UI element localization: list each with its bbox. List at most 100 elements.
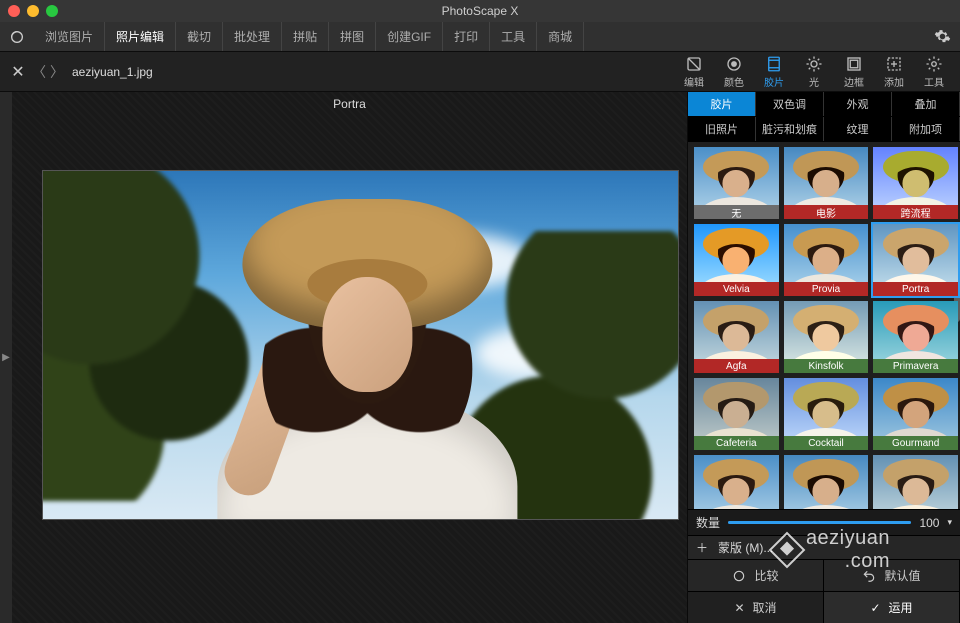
amount-value: 100 [919,516,939,530]
tool-film[interactable]: 胶片 [754,55,794,89]
preset-label: Provia [784,282,869,296]
left-drawer-handle[interactable]: ▶ [0,92,12,623]
preset-thumb[interactable]: 电影 [784,147,869,219]
close-document-icon[interactable]: ✕ [6,62,30,82]
main-tab[interactable]: 打印 [443,22,490,51]
tool-frame[interactable]: 边框 [834,55,874,89]
tool-label: 光 [809,74,819,89]
preset-grid: 无电影跨流程 Velvia Provia Portra Agfa Kinsfolk Prim… [688,142,960,509]
preset-thumb[interactable] [873,455,958,509]
main-tab[interactable]: 拼图 [329,22,376,51]
next-icon[interactable]: 〉 [48,62,66,82]
preset-thumb[interactable]: Cocktail [784,378,869,450]
preset-label: Primavera [873,359,958,373]
preset-thumb[interactable]: Primavera [873,301,958,373]
panel-tab[interactable]: 双色调 [756,92,824,116]
tool-color[interactable]: 颜色 [714,55,754,89]
preset-thumb[interactable]: Gourmand [873,378,958,450]
tool-label: 编辑 [684,74,704,89]
preset-label: 电影 [784,205,869,219]
main-tab[interactable]: 照片编辑 [105,22,176,51]
amount-row: 数量 100 ▾ [688,509,960,535]
app-title: PhotoScape X [0,4,960,18]
preset-label: Agfa [694,359,779,373]
tool-label: 胶片 [764,74,784,89]
amount-chevron-icon[interactable]: ▾ [947,517,952,528]
compare-reset-row: 比较 默认值 [688,559,960,591]
preset-label: 跨流程 [873,205,958,219]
apply-button[interactable]: ✓ 运用 [824,592,960,623]
light-icon [805,55,823,73]
add-mask-icon[interactable]: ＋ [696,539,708,556]
main-tab[interactable]: 创建GIF [376,22,443,51]
cancel-apply-row: ✕ 取消 ✓ 运用 [688,591,960,623]
preset-label: Cafeteria [694,436,779,450]
tool-label: 颜色 [724,74,744,89]
preset-label: Cocktail [784,436,869,450]
tool-edit[interactable]: 编辑 [674,55,714,89]
preset-label: 无 [694,205,779,219]
preset-thumb[interactable]: Portra [873,224,958,296]
tool-tools[interactable]: 工具 [914,55,954,89]
main-tab[interactable]: 批处理 [223,22,282,51]
panel-tab[interactable]: 外观 [824,92,892,116]
tool-label: 添加 [884,74,904,89]
preset-thumb[interactable]: 跨流程 [873,147,958,219]
preset-thumb[interactable]: Cafeteria [694,378,779,450]
panel-tab[interactable]: 旧照片 [688,117,756,141]
preset-thumb[interactable]: Agfa [694,301,779,373]
cancel-button[interactable]: ✕ 取消 [688,592,824,623]
frame-icon [845,55,863,73]
amount-label: 数量 [696,514,720,531]
panel-tab[interactable]: 胶片 [688,92,756,116]
amount-slider[interactable] [728,521,911,524]
panel-tab[interactable]: 附加项 [892,117,960,141]
mask-row[interactable]: ＋ 蒙版 (M)... [688,535,960,559]
x-icon: ✕ [734,601,744,615]
preset-label: Gourmand [873,436,958,450]
main-tab[interactable]: 截切 [176,22,223,51]
preset-thumb[interactable] [694,455,779,509]
mask-label: 蒙版 (M)... [718,539,773,556]
tool-label: 边框 [844,74,864,89]
reset-label: 默认值 [884,567,920,584]
insert-icon [885,55,903,73]
compare-button[interactable]: 比较 [688,560,824,591]
panel-tab[interactable]: 脏污和划痕 [756,117,824,141]
main-tab[interactable]: 浏览图片 [34,22,105,51]
preset-thumb[interactable]: Velvia [694,224,779,296]
preset-thumb[interactable]: Kinsfolk [784,301,869,373]
tool-insert[interactable]: 添加 [874,55,914,89]
tools-icon [925,55,943,73]
preset-label: Kinsfolk [784,359,869,373]
preset-thumb[interactable]: Provia [784,224,869,296]
cancel-label: 取消 [753,599,777,616]
preset-label: Portra [873,282,958,296]
main-tab[interactable]: 商城 [537,22,584,51]
reset-button[interactable]: 默认值 [824,560,960,591]
document-bar: ✕ 〈 〉 aeziyuan_1.jpg 编辑颜色胶片光边框添加工具 [0,52,960,92]
home-icon[interactable] [0,22,34,51]
tool-light[interactable]: 光 [794,55,834,89]
panel-tabrow-a: 胶片双色调外观叠加 [688,92,960,117]
undo-icon [862,569,876,583]
check-icon: ✓ [870,601,880,615]
settings-icon[interactable] [924,22,960,51]
main-tab-bar: 浏览图片照片编辑截切批处理拼贴拼图创建GIF打印工具商城 [0,22,960,52]
preview-label: Portra [12,92,687,116]
panel-tab[interactable]: 纹理 [824,117,892,141]
preset-thumb[interactable]: 无 [694,147,779,219]
canvas-area: Portra [12,92,687,623]
preset-label: Velvia [694,282,779,296]
apply-label: 运用 [889,599,913,616]
panel-tab[interactable]: 叠加 [892,92,960,116]
edit-icon [685,55,703,73]
prev-icon[interactable]: 〈 [30,62,48,82]
compare-icon [732,569,746,583]
image-canvas[interactable] [42,170,679,520]
color-icon [725,55,743,73]
main-tab[interactable]: 工具 [490,22,537,51]
main-tab[interactable]: 拼贴 [282,22,329,51]
film-icon [765,55,783,73]
preset-thumb[interactable] [784,455,869,509]
